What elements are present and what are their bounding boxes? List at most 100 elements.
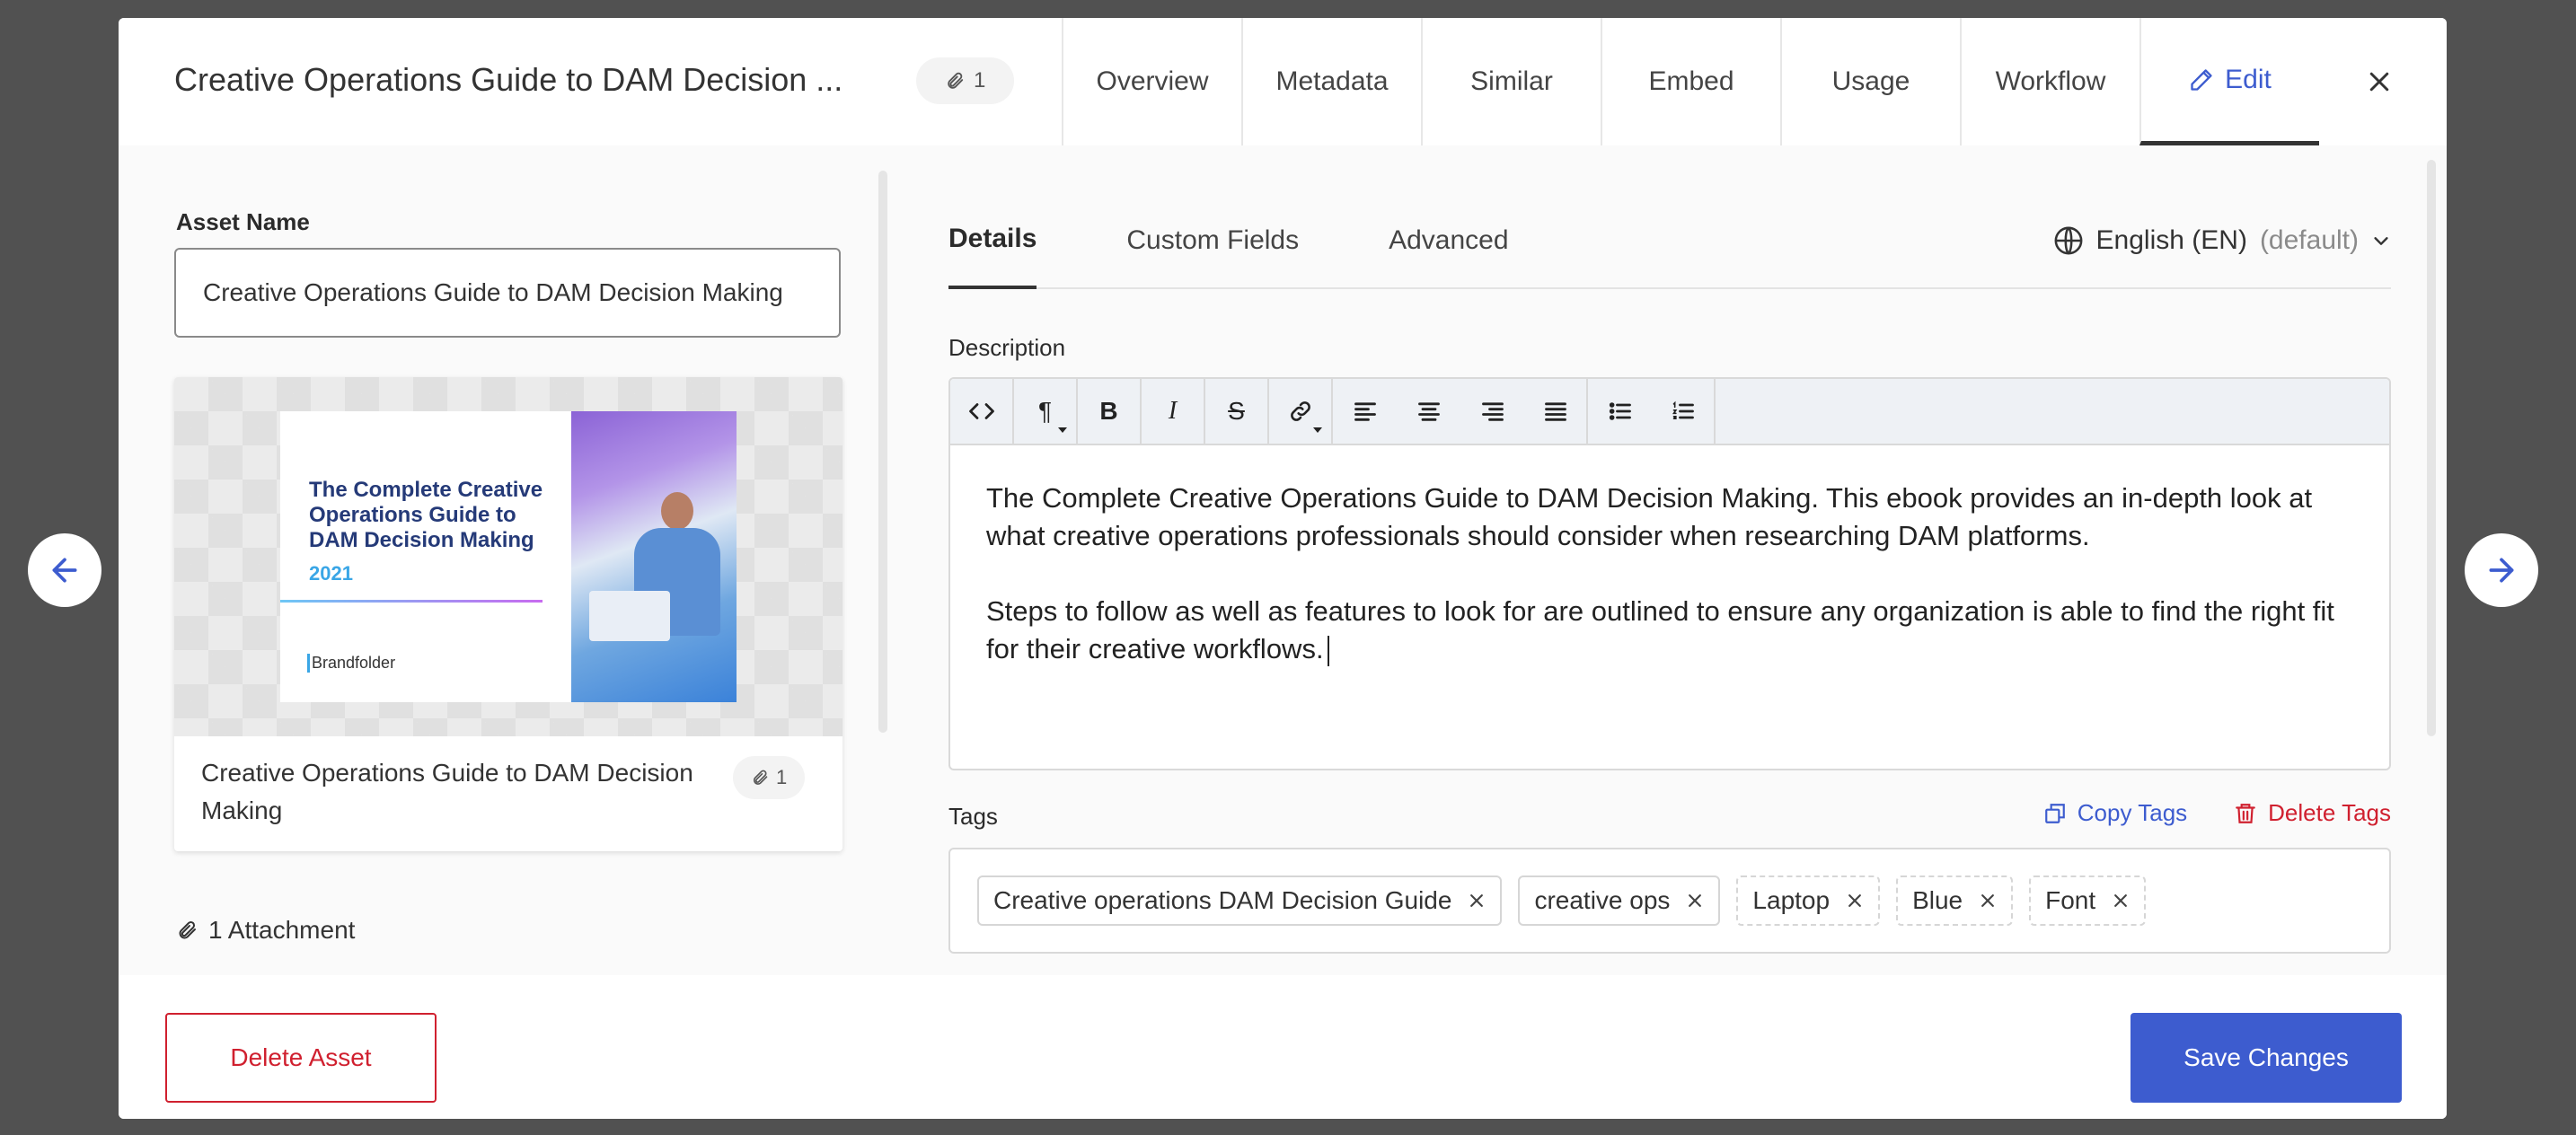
text-cursor <box>1327 635 1329 666</box>
editor-toolbar: ¶ B I S <box>950 379 2389 445</box>
cover-photo <box>571 411 737 702</box>
align-right-button[interactable] <box>1460 379 1524 444</box>
asset-name-input[interactable] <box>174 248 841 338</box>
paperclip-icon <box>948 72 964 89</box>
right-panel: Details Custom Fields Advanced English (… <box>948 145 2391 975</box>
remove-tag-button[interactable] <box>2112 892 2130 910</box>
tag-label: Laptop <box>1752 886 1831 914</box>
attachments-link[interactable]: 1 Attachment <box>176 916 355 945</box>
language-select[interactable]: English (EN) (default) <box>2053 192 2391 289</box>
italic-button[interactable]: I <box>1142 379 1205 444</box>
subtab-custom-fields[interactable]: Custom Fields <box>1126 192 1299 289</box>
delete-tags-button[interactable]: Delete Tags <box>2234 799 2391 827</box>
link-button[interactable] <box>1269 379 1333 444</box>
modal-header: Creative Operations Guide to DAM Decisio… <box>119 18 2447 145</box>
thumbnail-caption: Creative Operations Guide to DAM Decisio… <box>201 759 693 824</box>
tab-edit[interactable]: Edit <box>2139 18 2319 145</box>
thumbnail-attachment-count: 1 <box>776 766 788 788</box>
delete-tags-label: Delete Tags <box>2268 799 2391 826</box>
next-asset-button[interactable] <box>2465 533 2538 607</box>
attachment-count: 1 <box>974 68 986 92</box>
align-center-icon <box>1417 402 1440 421</box>
remove-tag-button[interactable] <box>1468 892 1486 910</box>
tags-input[interactable]: Creative operations DAM Decision Guide c… <box>948 848 2391 954</box>
tag-label: Font <box>2045 886 2096 914</box>
asset-name-label: Asset Name <box>176 208 310 235</box>
tab-overview[interactable]: Overview <box>1062 18 1241 145</box>
align-left-icon <box>1354 402 1376 421</box>
asset-thumbnail-card[interactable]: The Complete Creative Operations Guide t… <box>174 377 842 851</box>
left-scrollbar[interactable] <box>878 171 887 733</box>
tag-chip[interactable]: Font <box>2029 875 2147 926</box>
paperclip-icon <box>179 920 196 939</box>
close-button[interactable] <box>2350 52 2409 111</box>
cover-title: The Complete Creative Operations Guide t… <box>309 478 543 552</box>
align-center-button[interactable] <box>1397 379 1460 444</box>
left-panel: Asset Name The Complete Creative Operati… <box>174 145 844 975</box>
right-scrollbar[interactable] <box>2427 160 2436 736</box>
arrow-right-icon <box>2489 558 2514 583</box>
attachment-count-badge[interactable]: 1 <box>916 57 1015 104</box>
asset-title: Creative Operations Guide to DAM Decisio… <box>174 61 843 98</box>
save-changes-button[interactable]: Save Changes <box>2130 1013 2402 1103</box>
paragraph-format-button[interactable]: ¶ <box>1014 379 1078 444</box>
paragraph-icon: ¶ <box>1037 397 1053 425</box>
tab-edit-label: Edit <box>2225 64 2272 94</box>
tag-chip[interactable]: Laptop <box>1736 875 1881 926</box>
italic-icon: I <box>1168 397 1178 425</box>
numbered-list-button[interactable] <box>1652 379 1716 444</box>
language-label: English (EN) <box>2095 225 2247 255</box>
tab-usage[interactable]: Usage <box>1780 18 1960 145</box>
paperclip-icon <box>753 770 768 785</box>
tag-chip[interactable]: Blue <box>1896 875 2014 926</box>
align-left-button[interactable] <box>1333 379 1397 444</box>
modal-footer: Delete Asset Save Changes <box>119 975 2447 1119</box>
tag-chip[interactable]: creative ops <box>1518 875 1721 926</box>
bold-icon: B <box>1099 397 1118 425</box>
tab-similar[interactable]: Similar <box>1421 18 1601 145</box>
attachments-link-label: 1 Attachment <box>208 916 356 944</box>
align-right-icon <box>1481 402 1504 421</box>
bold-button[interactable]: B <box>1078 379 1142 444</box>
strikethrough-button[interactable]: S <box>1205 379 1269 444</box>
description-label: Description <box>948 334 1066 361</box>
tags-label: Tags <box>948 803 998 830</box>
tags-actions: Copy Tags Delete Tags <box>2043 799 2391 827</box>
strikethrough-icon: S <box>1228 397 1245 425</box>
tab-embed[interactable]: Embed <box>1601 18 1780 145</box>
trash-icon <box>2236 803 2255 823</box>
remove-tag-button[interactable] <box>1846 892 1864 910</box>
modal-tabs: Overview Metadata Similar Embed Usage Wo… <box>1062 18 2319 145</box>
thumbnail-attachment-badge[interactable]: 1 <box>733 756 806 799</box>
bullet-list-button[interactable] <box>1588 379 1652 444</box>
subtab-advanced[interactable]: Advanced <box>1389 192 1508 289</box>
tab-workflow[interactable]: Workflow <box>1960 18 2139 145</box>
remove-tag-button[interactable] <box>1979 892 1997 910</box>
pencil-icon <box>2191 68 2212 91</box>
arrow-left-icon <box>52 558 77 583</box>
close-icon <box>1470 894 1484 907</box>
link-icon <box>1290 401 1310 421</box>
description-text[interactable]: The Complete Creative Operations Guide t… <box>950 445 2389 702</box>
description-editor[interactable]: ¶ B I S The Complete Creative Operations… <box>948 377 2391 770</box>
copy-tags-button[interactable]: Copy Tags <box>2043 799 2187 827</box>
close-icon <box>1981 894 1995 907</box>
copy-tags-label: Copy Tags <box>2077 799 2188 826</box>
asset-modal: Creative Operations Guide to DAM Decisio… <box>119 18 2447 1119</box>
subtab-details[interactable]: Details <box>948 192 1037 289</box>
align-justify-button[interactable] <box>1524 379 1588 444</box>
ebook-cover-image: The Complete Creative Operations Guide t… <box>280 411 737 702</box>
copy-icon <box>2044 803 2065 823</box>
bullet-list-icon <box>1609 402 1631 420</box>
code-view-button[interactable] <box>950 379 1014 444</box>
tab-metadata[interactable]: Metadata <box>1241 18 1421 145</box>
chevron-down-icon <box>2374 237 2388 245</box>
description-paragraph-2-text: Steps to follow as well as features to l… <box>986 595 2334 664</box>
remove-tag-button[interactable] <box>1686 892 1704 910</box>
delete-asset-button[interactable]: Delete Asset <box>165 1013 437 1103</box>
tag-chip[interactable]: Creative operations DAM Decision Guide <box>977 875 1503 926</box>
previous-asset-button[interactable] <box>28 533 101 607</box>
cover-divider <box>280 600 543 603</box>
close-icon <box>1848 894 1861 907</box>
language-default-suffix: (default) <box>2259 225 2359 255</box>
